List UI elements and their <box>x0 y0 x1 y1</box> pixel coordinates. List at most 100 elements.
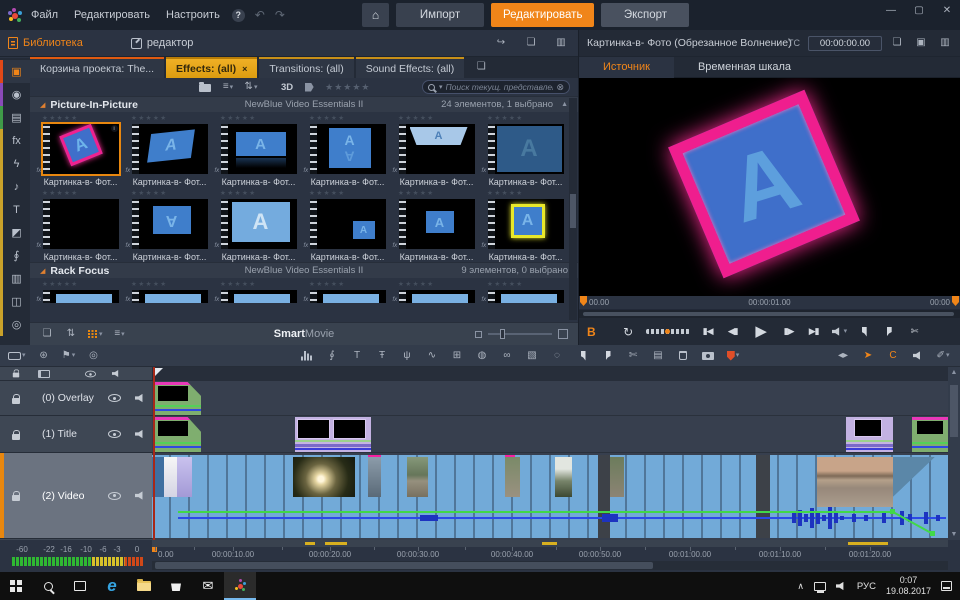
timeline-lanes[interactable] <box>152 367 948 540</box>
record-target-icon[interactable]: ◎ <box>87 349 101 363</box>
effect-thumbnail[interactable]: Afx <box>310 199 386 249</box>
collection-tab[interactable]: Effects: (all)× <box>166 57 257 78</box>
thumb-rating-stars[interactable]: ★★★★★ <box>309 189 346 199</box>
eye-icon[interactable] <box>108 492 121 500</box>
effect-thumbnail[interactable]: Afx <box>488 199 564 249</box>
rating-filter-stars[interactable]: ★★★★★ <box>325 82 370 93</box>
editor-tab[interactable]: редактор <box>131 37 194 49</box>
timeline-hscrollbar[interactable] <box>152 561 948 570</box>
home-button[interactable]: ⌂ <box>362 3 389 27</box>
edit-mode-button[interactable]: Редактировать <box>491 3 594 27</box>
sidebar-montage-icon[interactable]: ϟ <box>0 152 30 175</box>
effect-thumbnail[interactable]: AAfx <box>310 124 386 174</box>
language-indicator[interactable]: РУС <box>857 581 876 592</box>
effect-thumbnail-cell[interactable]: ★★★★★AfxКартинка-в- Фот... <box>481 114 570 187</box>
shuffle-icon[interactable]: ⇅ <box>64 327 78 341</box>
file-explorer-icon[interactable] <box>128 572 160 600</box>
waveform-icon[interactable]: ∿ <box>425 349 439 363</box>
thumb-rating-stars[interactable]: ★★★★★ <box>42 280 79 290</box>
volume-icon[interactable] <box>836 582 847 591</box>
store-icon[interactable] <box>160 572 192 600</box>
thumb-rating-stars[interactable]: ★★★★★ <box>42 189 79 199</box>
task-view-icon[interactable] <box>64 572 96 600</box>
multicam-icon[interactable]: ⊞ <box>450 349 464 363</box>
fullscreen-icon[interactable]: ▥ <box>938 36 952 50</box>
markers-icon[interactable]: ⚑▾ <box>62 349 76 363</box>
sidebar-keyboard-icon[interactable]: ▥ <box>0 267 30 290</box>
effect-thumbnail-cell[interactable]: ★★★★★AfxКартинка-в- Фот... <box>214 189 303 262</box>
title-clip[interactable] <box>153 417 201 452</box>
thumb-rating-stars[interactable]: ★★★★★ <box>131 280 168 290</box>
effect-thumbnail-cell[interactable]: ★★★★★Afx <box>392 280 481 303</box>
effect-thumbnail-cell[interactable]: ★★★★★AfxКартинка-в- Фот... <box>392 114 481 187</box>
effect-thumbnail-cell[interactable]: ★★★★★AfxКартинка-в- Фот... <box>214 114 303 187</box>
view-3d-toggle[interactable]: 3D <box>281 82 293 93</box>
effect-thumbnail[interactable]: Afx <box>132 290 208 303</box>
title-track-lane[interactable] <box>152 416 948 453</box>
lock-icon[interactable] <box>13 373 19 378</box>
title-clip[interactable] <box>295 417 371 452</box>
timeline-ruler[interactable]: 0.0000:00:10.0000:00:20.0000:00:30.0000:… <box>152 547 948 560</box>
trim-mode-icon[interactable]: C <box>886 349 900 363</box>
split-trim-icon[interactable]: ✄ <box>907 325 921 339</box>
lock-icon[interactable] <box>12 434 20 440</box>
timecode-field[interactable]: 00:00:00.00 <box>808 36 882 51</box>
detail-view-icon[interactable]: ≡▾ <box>113 327 127 341</box>
effect-thumbnail[interactable]: Afx <box>310 290 386 303</box>
sidebar-scorefitter-icon[interactable]: ∮ <box>0 244 30 267</box>
effect-thumbnail[interactable]: Afx <box>43 199 119 249</box>
copy-icon[interactable]: ▣ <box>914 36 928 50</box>
effect-thumbnail-cell[interactable]: ★★★★★AfxКартинка-в- Фот... <box>392 189 481 262</box>
thumb-rating-stars[interactable]: ★★★★★ <box>487 189 524 199</box>
effect-thumbnail[interactable]: Afx <box>132 199 208 249</box>
effect-thumbnail-cell[interactable]: ★★★★★AfxКартинка-в- Фот... <box>481 189 570 262</box>
clipboard-icon[interactable]: ❏ <box>40 327 54 341</box>
speaker-icon[interactable] <box>135 394 146 403</box>
quick-import-icon[interactable]: ↪ <box>494 36 508 50</box>
effect-thumbnail-cell[interactable]: ★★★★★AfxКартинка-в- Фот... <box>125 114 214 187</box>
marker-lane[interactable] <box>152 367 948 381</box>
effect-thumbnail-cell[interactable]: ★★★★★Afx <box>303 280 392 303</box>
import-button[interactable]: Импорт <box>396 3 484 27</box>
section-rack-focus[interactable]: ◢ NewBlue Video Essentials II Rack Focus… <box>30 262 578 278</box>
voiceover-mic-icon[interactable]: ψ <box>400 349 414 363</box>
view-mode-icon[interactable]: ≡▾ <box>221 80 235 94</box>
trim-out-icon[interactable] <box>601 349 615 363</box>
thumbnail-view-icon[interactable]: ▾ <box>88 327 103 341</box>
thumb-rating-stars[interactable]: ★★★★★ <box>487 280 524 290</box>
title-clip[interactable] <box>912 417 948 452</box>
scroll-up-icon[interactable]: ▲ <box>948 369 960 376</box>
mark-in-flag-icon[interactable] <box>580 296 587 306</box>
undock-icon[interactable]: ❏ <box>890 36 904 50</box>
vscroll-handle[interactable] <box>950 385 958 437</box>
effect-thumbnail[interactable]: Afx <box>488 290 564 303</box>
thumb-rating-stars[interactable]: ★★★★★ <box>220 280 257 290</box>
collection-tab[interactable]: Transitions: (all) <box>259 57 353 78</box>
send-to-timeline-icon[interactable]: ➤ <box>861 349 875 363</box>
zoom-out-icon[interactable] <box>475 331 482 338</box>
preview-tab[interactable]: Источник <box>579 57 674 78</box>
menu-item[interactable]: Редактировать <box>74 9 150 21</box>
step-forward-icon[interactable]: ▮▶ <box>782 325 796 339</box>
effect-thumbnail[interactable]: Afx <box>399 199 475 249</box>
eye-icon[interactable] <box>108 430 121 438</box>
effect-thumbnail[interactable]: Afx <box>399 290 475 303</box>
sidebar-transitions-icon[interactable]: ◩ <box>0 221 30 244</box>
scroll-up-icon[interactable]: ▲ <box>561 101 568 108</box>
trim-in-icon[interactable] <box>576 349 590 363</box>
effect-thumbnail[interactable]: Afx <box>488 124 564 174</box>
menu-item[interactable]: Настроить <box>166 9 220 21</box>
mail-icon[interactable]: ✉ <box>192 572 224 600</box>
clock[interactable]: 0:07 19.08.2017 <box>886 575 931 598</box>
export-button[interactable]: Экспорт <box>601 3 689 27</box>
delete-clip-icon[interactable] <box>676 349 690 363</box>
preview-ruler[interactable]: 00.00 00:00:01.00 00:00 <box>579 296 960 310</box>
preview-scrollbar[interactable] <box>579 310 960 318</box>
thumb-rating-stars[interactable]: ★★★★★ <box>398 189 435 199</box>
loop-icon[interactable]: ↻ <box>621 325 635 339</box>
play-icon[interactable]: ▶ <box>751 325 771 339</box>
sidebar-effects-icon[interactable]: fx <box>0 129 30 152</box>
track-header-video[interactable]: (2) Video <box>0 453 152 539</box>
effect-thumbnail[interactable]: Afxi <box>43 124 119 174</box>
effect-thumbnail[interactable]: Afx <box>132 124 208 174</box>
